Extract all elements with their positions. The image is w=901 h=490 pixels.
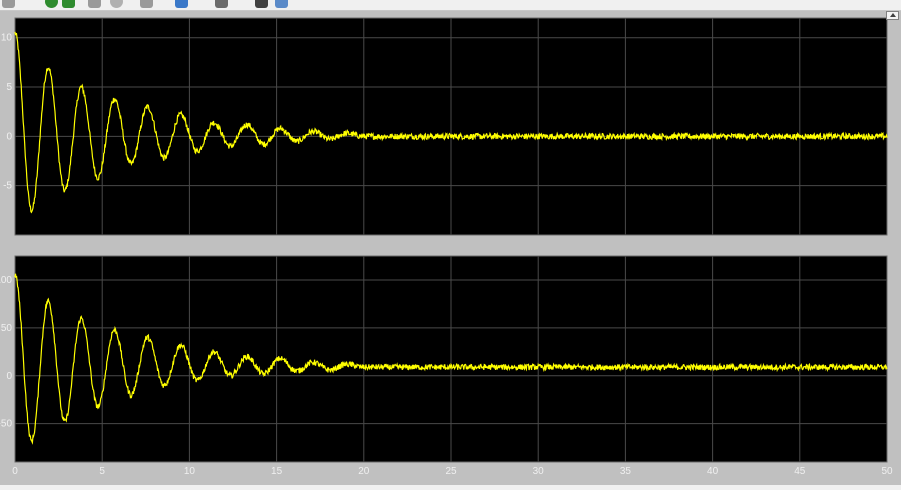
scope-plots: -50510-5005010005101520253035404550: [0, 17, 893, 477]
y-tick-label: -5: [3, 181, 12, 192]
y-tick-label: 0: [6, 371, 12, 382]
x-tick-label: 20: [358, 466, 370, 477]
y-tick-label: 0: [6, 131, 12, 142]
x-tick-label: 50: [881, 466, 893, 477]
status-bar: [0, 485, 901, 490]
x-tick-label: 0: [12, 466, 18, 477]
y-tick-label: 5: [6, 82, 12, 93]
x-tick-label: 25: [445, 466, 457, 477]
restore-icon[interactable]: [886, 11, 899, 20]
x-tick-label: 5: [99, 466, 105, 477]
x-tick-label: 35: [620, 466, 632, 477]
y-tick-label: -50: [0, 419, 12, 430]
y-tick-label: 50: [1, 323, 13, 334]
x-tick-label: 45: [794, 466, 806, 477]
x-tick-label: 30: [533, 466, 545, 477]
x-tick-label: 40: [707, 466, 719, 477]
x-tick-label: 10: [184, 466, 196, 477]
y-tick-label: 10: [1, 33, 13, 44]
x-tick-label: 15: [271, 466, 283, 477]
y-tick-label: 100: [0, 275, 12, 286]
